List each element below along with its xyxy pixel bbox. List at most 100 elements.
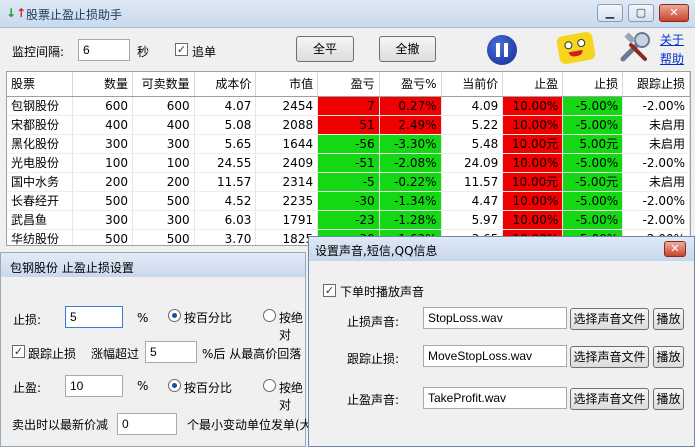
trailing-checkbox[interactable]: ✓	[12, 345, 25, 358]
sound-row-label: 跟踪止损:	[347, 352, 400, 366]
app-arrows-icon: ↓↑	[6, 6, 27, 20]
play-sound-checkbox[interactable]: ✓	[323, 284, 336, 297]
table-cell: 黑化股份	[7, 134, 74, 154]
table-cell: 100	[132, 153, 195, 173]
profit-by-absolute-label: 按绝对	[279, 381, 304, 412]
table-cell: 10.00%	[502, 96, 564, 116]
column-header[interactable]: 盈亏%	[379, 72, 442, 97]
column-header[interactable]: 成本价	[194, 72, 257, 97]
table-cell: -1.34%	[379, 191, 442, 211]
table-cell: -2.08%	[379, 153, 442, 173]
table-row[interactable]: 宋都股份 400 400 5.08 2088 51 2.49% 5.22 10.00% -5.00…	[7, 115, 690, 135]
play-sound-button[interactable]: 播放	[653, 308, 684, 330]
take-profit-input[interactable]	[65, 375, 123, 397]
table-cell: 100	[72, 153, 134, 173]
table-cell: -5	[317, 172, 380, 192]
pause-icon[interactable]	[487, 35, 517, 65]
table-cell: 10.00%	[502, 153, 564, 173]
table-cell: 0.27%	[379, 96, 442, 116]
table-row[interactable]: 国中水务 200 200 11.57 2314 -5 -0.22% 11.57 10.00元 -5…	[7, 172, 690, 192]
table-cell: -0.22%	[379, 172, 442, 192]
column-header[interactable]: 数量	[72, 72, 134, 97]
table-cell: 华纺股份	[7, 229, 74, 245]
table-cell: 11.57	[194, 172, 257, 192]
stoploss-sound-input[interactable]	[423, 307, 567, 329]
play-sound-button[interactable]: 播放	[653, 388, 684, 410]
interval-input[interactable]	[78, 39, 130, 61]
table-cell: -30	[317, 191, 380, 211]
stop-loss-label: 止损:	[13, 313, 42, 327]
interval-label: 监控间隔:	[12, 45, 65, 59]
column-header[interactable]: 止盈	[502, 72, 564, 97]
table-cell: 未启用	[622, 134, 690, 154]
column-header[interactable]: 盈亏	[317, 72, 380, 97]
table-cell: 长春经开	[7, 191, 74, 211]
close-button[interactable]: ✕	[659, 4, 689, 22]
table-cell: -51	[317, 153, 380, 173]
stop-by-absolute-radio[interactable]	[263, 309, 276, 322]
table-cell: 6.03	[194, 210, 257, 230]
table-cell: 武昌鱼	[7, 210, 74, 230]
trailing-sound-input[interactable]	[423, 345, 567, 367]
table-cell: 300	[72, 210, 134, 230]
table-cell: 600	[132, 96, 195, 116]
table-row[interactable]: 黑化股份 300 300 5.65 1644 -56 -3.30% 5.48 10.00元 5.0…	[7, 134, 690, 154]
maximize-button[interactable]: ▢	[628, 4, 654, 22]
choose-sound-button[interactable]: 选择声音文件	[570, 388, 649, 410]
table-row[interactable]: 长春经开 500 500 4.52 2235 -30 -1.34% 4.47 10.00% -5.…	[7, 191, 690, 211]
table-cell: 包钢股份	[7, 96, 74, 116]
table-cell: 500	[132, 191, 195, 211]
table-cell: 500	[132, 229, 195, 245]
table-cell: -5.00%	[562, 210, 624, 230]
flatten-all-button[interactable]: 全平	[296, 36, 354, 62]
table-row[interactable]: 武昌鱼 300 300 6.03 1791 -23 -1.28% 5.97 10.00% -5.0…	[7, 210, 690, 230]
profit-by-percent-radio[interactable]	[168, 379, 181, 392]
main-window: ↓↑ 股票止盈止损助手 ▁ ▢ ✕ 监控间隔: 秒 ✓ 追单 全平 全撤 关于 …	[0, 0, 695, 447]
table-cell: -2.00%	[622, 191, 690, 211]
rise-over-input[interactable]	[145, 341, 197, 363]
column-header[interactable]: 市值	[255, 72, 319, 97]
table-cell: 1644	[255, 134, 319, 154]
table-cell: 10.00%	[502, 115, 564, 135]
stop-by-absolute-label: 按绝对	[279, 311, 304, 342]
trailing-label: 跟踪止损	[28, 347, 77, 361]
column-header[interactable]: 跟踪止损	[622, 72, 690, 97]
follow-checkbox[interactable]: ✓	[175, 43, 188, 56]
column-header[interactable]: 当前价	[441, 72, 504, 97]
sound-settings-header: 设置声音,短信,QQ信息 ✕	[309, 237, 694, 261]
takeprofit-sound-input[interactable]	[423, 387, 567, 409]
stop-by-percent-radio[interactable]	[168, 309, 181, 322]
help-link[interactable]: 帮助	[660, 50, 684, 67]
cancel-all-button[interactable]: 全撤	[379, 36, 436, 62]
choose-sound-button[interactable]: 选择声音文件	[570, 308, 649, 330]
table-cell: -5.00%	[562, 96, 624, 116]
table-cell: -5.00%	[562, 115, 624, 135]
stop-by-percent-label: 按百分比	[184, 311, 233, 325]
about-link[interactable]: 关于	[660, 31, 684, 48]
column-header[interactable]: 股票	[7, 72, 74, 97]
table-cell: 51	[317, 115, 380, 135]
table-cell: 2314	[255, 172, 319, 192]
rise-over-label: 涨幅超过	[91, 347, 140, 361]
column-header[interactable]: 止损	[562, 72, 624, 97]
table-cell: -2.00%	[622, 210, 690, 230]
table-cell: 2235	[255, 191, 319, 211]
table-cell: 5.00元	[562, 134, 624, 154]
play-sound-button[interactable]: 播放	[653, 346, 684, 368]
tools-icon[interactable]	[619, 31, 653, 65]
table-cell: -23	[317, 210, 380, 230]
table-cell: -1.28%	[379, 210, 442, 230]
sound-dialog-close-button[interactable]: ✕	[664, 241, 686, 257]
stop-loss-input[interactable]	[65, 306, 123, 328]
profit-by-absolute-radio[interactable]	[263, 379, 276, 392]
stop-settings-header: 包钢股份 止盈止损设置	[1, 253, 305, 277]
column-header[interactable]: 可卖数量	[132, 72, 195, 97]
sell-suffix: 个最小变动单位发单(大	[187, 418, 312, 432]
minimize-button[interactable]: ▁	[597, 4, 623, 22]
table-cell: -5.00%	[562, 153, 624, 173]
table-row[interactable]: 光电股份 100 100 24.55 2409 -51 -2.08% 24.09 10.00% -…	[7, 153, 690, 173]
choose-sound-button[interactable]: 选择声音文件	[570, 346, 649, 368]
table-row[interactable]: 包钢股份 600 600 4.07 2454 7 0.27% 4.09 10.00% -5.00%…	[7, 96, 690, 116]
sell-offset-input[interactable]	[117, 413, 177, 435]
table-cell: -56	[317, 134, 380, 154]
